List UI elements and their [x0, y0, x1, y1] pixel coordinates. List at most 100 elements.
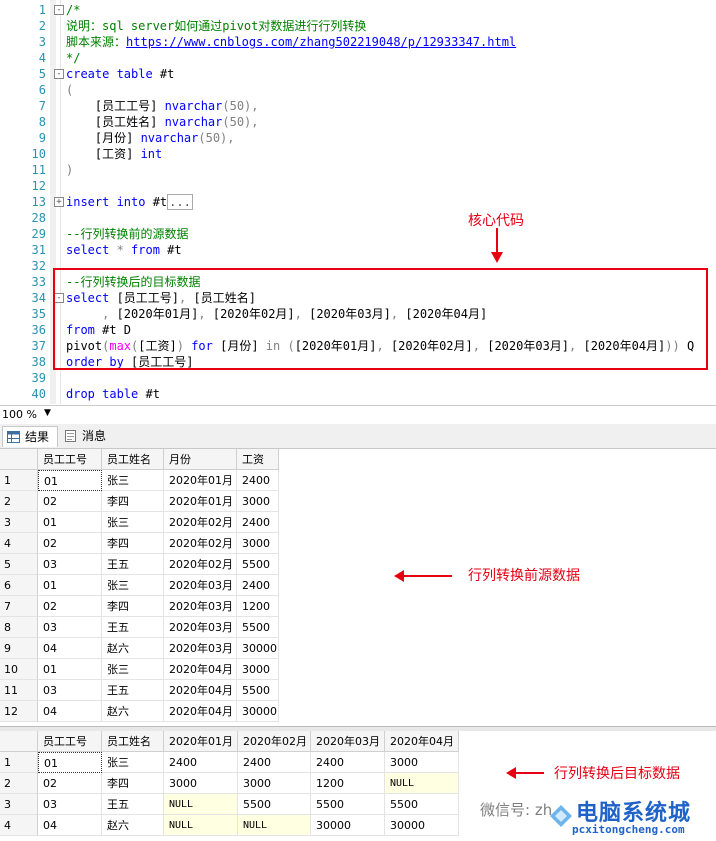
- code-line[interactable]: 3 脚本来源：https://www.cnblogs.com/zhang50221…: [0, 34, 716, 50]
- table-cell[interactable]: 04: [38, 815, 102, 836]
- table-cell[interactable]: 5500: [237, 554, 279, 575]
- column-header[interactable]: 2020年01月: [164, 731, 238, 752]
- table-cell[interactable]: 2020年03月: [164, 617, 237, 638]
- code-line[interactable]: 40 drop table #t: [0, 386, 716, 402]
- tab-results[interactable]: 结果: [2, 426, 58, 447]
- table-cell[interactable]: 赵六: [102, 815, 164, 836]
- table-cell[interactable]: 赵六: [102, 638, 164, 659]
- column-header[interactable]: 员工姓名: [102, 449, 164, 470]
- code-line[interactable]: 1-/*: [0, 2, 716, 18]
- table-cell[interactable]: 王五: [102, 617, 164, 638]
- table-cell[interactable]: 03: [38, 554, 102, 575]
- table-cell[interactable]: 2020年01月: [164, 470, 237, 491]
- table-cell[interactable]: 5500: [238, 794, 311, 815]
- table-cell[interactable]: 03: [38, 794, 102, 815]
- table-cell[interactable]: 王五: [102, 680, 164, 701]
- table-cell[interactable]: 张三: [102, 575, 164, 596]
- column-header[interactable]: 月份: [164, 449, 237, 470]
- row-number[interactable]: 9: [0, 638, 38, 659]
- table-cell[interactable]: 2400: [237, 575, 279, 596]
- table-cell[interactable]: 02: [38, 533, 102, 554]
- table-cell[interactable]: 5500: [311, 794, 385, 815]
- code-line[interactable]: 10 [工资] int: [0, 146, 716, 162]
- row-number[interactable]: 2: [0, 491, 38, 512]
- expand-icon[interactable]: +: [54, 197, 64, 207]
- table-cell[interactable]: NULL: [238, 815, 311, 836]
- table-cell[interactable]: 2020年01月: [164, 491, 237, 512]
- code-line[interactable]: 6(: [0, 82, 716, 98]
- table-cell[interactable]: 2020年02月: [164, 533, 237, 554]
- table-cell[interactable]: 赵六: [102, 701, 164, 722]
- table-cell[interactable]: 王五: [102, 554, 164, 575]
- code-line[interactable]: 13 + insert into #t...: [0, 194, 716, 210]
- table-cell[interactable]: 1200: [311, 773, 385, 794]
- code-line[interactable]: 2 说明：sql server如何通过pivot对数据进行行列转换: [0, 18, 716, 34]
- code-line[interactable]: 4 */: [0, 50, 716, 66]
- table-cell[interactable]: 2400: [238, 752, 311, 773]
- source-data-grid[interactable]: 员工工号 员工姓名 月份 工资 1 01 张三 2020年01月 2400 2 02 李四 2020年0…: [0, 449, 716, 726]
- row-number[interactable]: 2: [0, 773, 38, 794]
- table-cell[interactable]: 张三: [102, 512, 164, 533]
- column-header[interactable]: 员工工号: [38, 449, 102, 470]
- table-cell[interactable]: 03: [38, 680, 102, 701]
- row-number[interactable]: 6: [0, 575, 38, 596]
- tab-messages[interactable]: 消息: [60, 426, 114, 447]
- table-cell[interactable]: 2020年04月: [164, 680, 237, 701]
- row-number[interactable]: 7: [0, 596, 38, 617]
- table-cell[interactable]: 2400: [237, 512, 279, 533]
- table-cell[interactable]: 张三: [102, 470, 164, 491]
- table-cell[interactable]: 3000: [237, 533, 279, 554]
- table-cell[interactable]: 3000: [237, 659, 279, 680]
- table-cell[interactable]: 01: [38, 512, 102, 533]
- table-cell[interactable]: 03: [38, 617, 102, 638]
- table-cell[interactable]: 30000: [237, 701, 279, 722]
- row-number[interactable]: 3: [0, 794, 38, 815]
- code-token[interactable]: ...: [167, 194, 193, 210]
- code-line[interactable]: 7 [员工工号] nvarchar(50),: [0, 98, 716, 114]
- table-cell[interactable]: 04: [38, 701, 102, 722]
- collapse-icon[interactable]: -: [54, 69, 64, 79]
- table-cell[interactable]: 01: [38, 470, 102, 491]
- row-number[interactable]: 10: [0, 659, 38, 680]
- row-number[interactable]: 5: [0, 554, 38, 575]
- row-number[interactable]: 11: [0, 680, 38, 701]
- table-cell[interactable]: 2400: [311, 752, 385, 773]
- code-line[interactable]: 31 select * from #t: [0, 242, 716, 258]
- table-cell[interactable]: 30000: [237, 638, 279, 659]
- code-line[interactable]: 11): [0, 162, 716, 178]
- grid-corner[interactable]: [0, 449, 38, 470]
- table-cell[interactable]: 2020年03月: [164, 575, 237, 596]
- table-cell[interactable]: 2400: [237, 470, 279, 491]
- table-cell[interactable]: 王五: [102, 794, 164, 815]
- table-cell[interactable]: 5500: [237, 680, 279, 701]
- table-cell[interactable]: 2020年02月: [164, 512, 237, 533]
- code-line[interactable]: 29 --行列转换前的源数据: [0, 226, 716, 242]
- row-number[interactable]: 4: [0, 533, 38, 554]
- zoom-level[interactable]: 100 %: [2, 408, 37, 421]
- collapse-icon[interactable]: -: [54, 5, 64, 15]
- table-cell[interactable]: 5500: [237, 617, 279, 638]
- table-cell[interactable]: 李四: [102, 533, 164, 554]
- table-cell[interactable]: 2400: [164, 752, 238, 773]
- table-cell[interactable]: 李四: [102, 773, 164, 794]
- code-line[interactable]: 28: [0, 210, 716, 226]
- row-number[interactable]: 1: [0, 752, 38, 773]
- code-line[interactable]: 12: [0, 178, 716, 194]
- grid-corner[interactable]: [0, 731, 38, 752]
- table-cell[interactable]: 2020年03月: [164, 596, 237, 617]
- table-cell[interactable]: 3000: [237, 491, 279, 512]
- table-cell[interactable]: 30000: [311, 815, 385, 836]
- table-cell[interactable]: 02: [38, 773, 102, 794]
- table-cell[interactable]: NULL: [164, 794, 238, 815]
- table-cell[interactable]: 04: [38, 638, 102, 659]
- table-cell[interactable]: 30000: [385, 815, 459, 836]
- column-header[interactable]: 员工工号: [38, 731, 102, 752]
- table-cell[interactable]: 2020年04月: [164, 659, 237, 680]
- table-cell[interactable]: NULL: [385, 773, 459, 794]
- column-header[interactable]: 2020年03月: [311, 731, 385, 752]
- table-cell[interactable]: 5500: [385, 794, 459, 815]
- table-cell[interactable]: 2020年03月: [164, 638, 237, 659]
- row-number[interactable]: 12: [0, 701, 38, 722]
- table-cell[interactable]: 3000: [385, 752, 459, 773]
- table-cell[interactable]: 李四: [102, 596, 164, 617]
